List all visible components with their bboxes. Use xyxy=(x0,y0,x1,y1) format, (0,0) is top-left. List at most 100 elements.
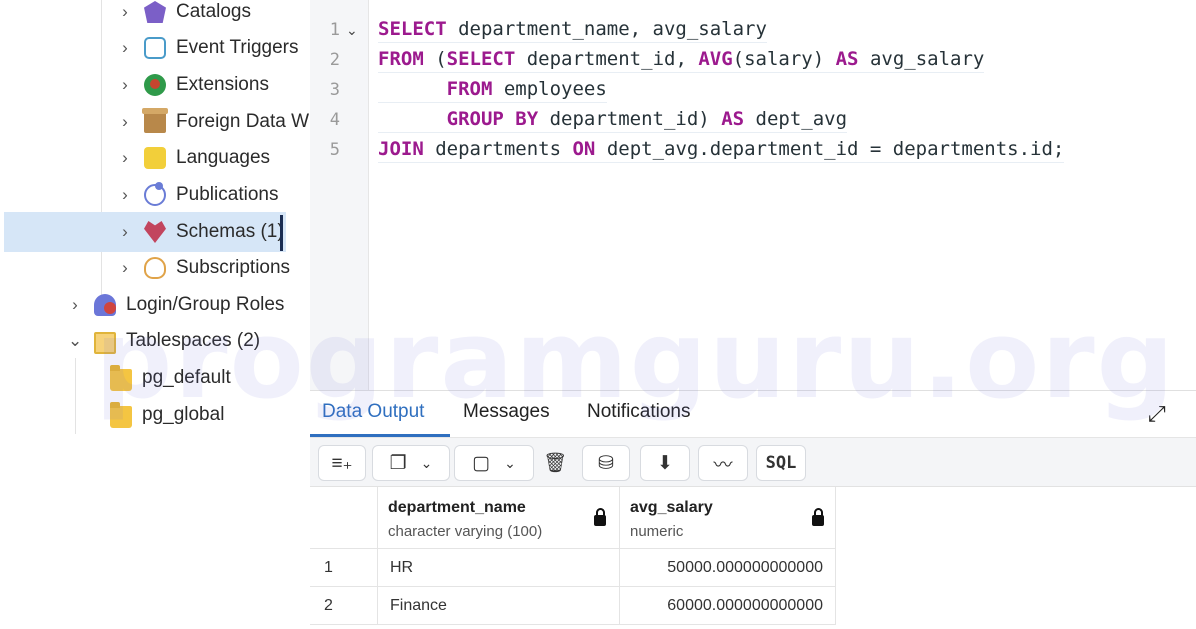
tree-item-label: Extensions xyxy=(176,74,269,95)
delete-button[interactable]: 🗑 xyxy=(538,445,572,481)
line-number: 3 xyxy=(329,80,340,100)
tree-item-label: Catalogs xyxy=(176,1,251,22)
object-explorer-tree: › Catalogs › Event Triggers › Extensions… xyxy=(0,0,310,628)
chevron-right-icon[interactable]: › xyxy=(118,112,132,132)
tree-item-login-group-roles[interactable]: › Login/Group Roles xyxy=(68,287,284,323)
folder-icon xyxy=(110,365,132,391)
tab-messages[interactable]: Messages xyxy=(463,401,550,423)
lock-icon xyxy=(812,508,824,526)
fold-chevron-icon[interactable]: ⌄ xyxy=(346,22,358,39)
lock-icon xyxy=(594,508,606,526)
chevron-right-icon[interactable]: › xyxy=(118,185,132,205)
tree-item-label: Login/Group Roles xyxy=(126,294,285,315)
tree-guide-line xyxy=(75,358,76,434)
tree-item-label: Tablespaces (2) xyxy=(126,330,261,351)
line-number: 5 xyxy=(329,140,340,160)
chevron-right-icon[interactable]: › xyxy=(118,148,132,168)
tree-item-pg-global[interactable]: pg_global xyxy=(110,397,224,433)
folder-icon xyxy=(110,402,132,428)
row-number[interactable]: 1 xyxy=(310,549,378,587)
tab-notifications[interactable]: Notifications xyxy=(587,401,691,423)
save-data-button[interactable]: ⛁ xyxy=(582,445,630,481)
add-row-icon: ≡₊ xyxy=(331,452,353,474)
catalog-icon xyxy=(144,1,166,23)
results-toolbar: ≡₊ ❐ ⌄ ▢ ⌄ 🗑 ⛁ ⬇ 〰 SQL xyxy=(310,438,1196,487)
table-cell[interactable]: 60000.000000000000 xyxy=(620,587,836,625)
code-line[interactable]: FROM (SELECT department_id, AVG(salary) … xyxy=(378,48,985,73)
line-number: 2 xyxy=(329,50,340,70)
roles-icon xyxy=(94,294,116,316)
chevron-right-icon[interactable]: › xyxy=(68,295,82,315)
publication-icon xyxy=(144,182,166,206)
copy-button[interactable]: ❐ ⌄ xyxy=(372,445,450,481)
row-number-header xyxy=(310,487,378,549)
chevron-down-icon[interactable]: ⌄ xyxy=(421,455,433,472)
extension-icon xyxy=(144,74,166,96)
table-cell[interactable]: 50000.000000000000 xyxy=(620,549,836,587)
tree-item-label: pg_global xyxy=(142,404,225,425)
sql-label: SQL xyxy=(765,453,797,473)
tree-item-publications[interactable]: › Publications xyxy=(118,177,278,213)
table-cell[interactable]: HR xyxy=(378,549,620,587)
language-icon xyxy=(144,147,166,169)
column-type: numeric xyxy=(630,523,684,540)
chevron-right-icon[interactable]: › xyxy=(118,2,132,22)
column-name: avg_salary xyxy=(630,499,713,516)
tree-item-event-triggers[interactable]: › Event Triggers xyxy=(118,30,299,66)
tree-item-label: Schemas (1) xyxy=(176,221,284,242)
sql-button[interactable]: SQL xyxy=(756,445,806,481)
database-save-icon: ⛁ xyxy=(598,452,614,474)
tree-item-foreign-data-wrappers[interactable]: › Foreign Data W xyxy=(118,104,309,140)
tab-data-output[interactable]: Data Output xyxy=(322,401,424,423)
tree-item-pg-default[interactable]: pg_default xyxy=(110,360,231,396)
results-panel: Data Output Messages Notifications ⤢ ≡₊ … xyxy=(310,390,1196,629)
tree-item-subscriptions[interactable]: › Subscriptions xyxy=(118,250,290,286)
chevron-right-icon[interactable]: › xyxy=(118,222,132,242)
tree-item-label: pg_default xyxy=(142,367,231,388)
tree-item-languages[interactable]: › Languages xyxy=(118,140,270,176)
download-icon: ⬇ xyxy=(657,452,673,474)
tree-item-catalogs[interactable]: › Catalogs xyxy=(118,0,251,30)
graph-icon: 〰 xyxy=(713,454,733,476)
column-name: department_name xyxy=(388,499,526,516)
tree-item-label: Publications xyxy=(176,184,279,205)
sql-editor[interactable]: 1 ⌄ 2 3 4 5 SELECT department_name, avg_… xyxy=(310,0,1196,390)
code-line[interactable]: SELECT department_name, avg_salary xyxy=(378,18,767,43)
chevron-right-icon[interactable]: › xyxy=(118,38,132,58)
code-line[interactable]: JOIN departments ON dept_avg.department_… xyxy=(378,138,1065,163)
column-header-avg-salary[interactable]: avg_salary numeric xyxy=(620,487,836,549)
tree-item-label: Subscriptions xyxy=(176,257,291,278)
column-header-department-name[interactable]: department_name character varying (100) xyxy=(378,487,620,549)
tree-item-schemas[interactable]: › Schemas (1) xyxy=(118,214,284,250)
expand-icon[interactable]: ⤢ xyxy=(1148,401,1166,427)
graph-button[interactable]: 〰 xyxy=(698,445,748,481)
tree-item-label: Languages xyxy=(176,147,271,168)
download-button[interactable]: ⬇ xyxy=(640,445,690,481)
subscription-icon xyxy=(144,257,166,279)
table-cell[interactable]: Finance xyxy=(378,587,620,625)
foreign-data-wrapper-icon xyxy=(142,108,168,133)
column-type: character varying (100) xyxy=(388,523,543,540)
copy-icon: ❐ xyxy=(389,452,407,474)
tree-item-extensions[interactable]: › Extensions xyxy=(118,67,269,103)
line-number: 4 xyxy=(329,110,340,130)
clipboard-icon: ▢ xyxy=(472,452,491,474)
schema-icon xyxy=(144,221,166,243)
chevron-right-icon[interactable]: › xyxy=(118,258,132,278)
paste-button[interactable]: ▢ ⌄ xyxy=(454,445,534,481)
chevron-down-icon[interactable]: ⌄ xyxy=(504,455,516,472)
code-line[interactable]: FROM employees xyxy=(378,78,607,103)
text-cursor xyxy=(280,215,283,251)
code-line[interactable]: GROUP BY department_id) AS dept_avg xyxy=(378,108,848,133)
line-number: 1 xyxy=(329,20,340,40)
trash-icon: 🗑 xyxy=(542,453,568,474)
tree-item-tablespaces[interactable]: ⌄ Tablespaces (2) xyxy=(68,323,260,359)
event-trigger-icon xyxy=(144,37,166,59)
chevron-right-icon[interactable]: › xyxy=(118,75,132,95)
tree-item-label: Foreign Data W xyxy=(176,111,310,132)
folder-icon xyxy=(94,332,116,354)
add-row-button[interactable]: ≡₊ xyxy=(318,445,366,481)
line-number-gutter: 1 ⌄ 2 3 4 5 xyxy=(310,0,369,390)
chevron-down-icon[interactable]: ⌄ xyxy=(68,331,82,351)
row-number[interactable]: 2 xyxy=(310,587,378,625)
